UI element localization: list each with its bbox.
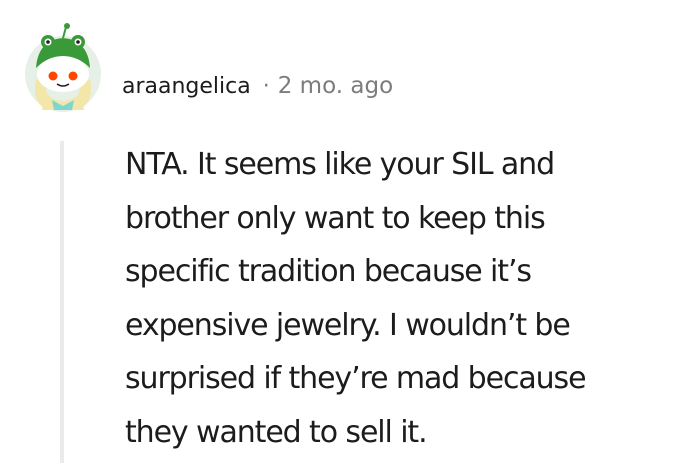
snoo-avatar-icon xyxy=(25,23,101,112)
username-link[interactable]: araangelica xyxy=(122,74,251,99)
user-avatar[interactable] xyxy=(22,22,104,112)
meta-separator: · xyxy=(262,73,270,99)
comment-timestamp[interactable]: 2 mo. ago xyxy=(278,73,393,99)
thread-collapse-line[interactable] xyxy=(60,141,64,463)
comment-header: araangelica · 2 mo. ago xyxy=(122,66,393,106)
comment-body: NTA. It seems like your SIL and brother … xyxy=(125,147,587,450)
